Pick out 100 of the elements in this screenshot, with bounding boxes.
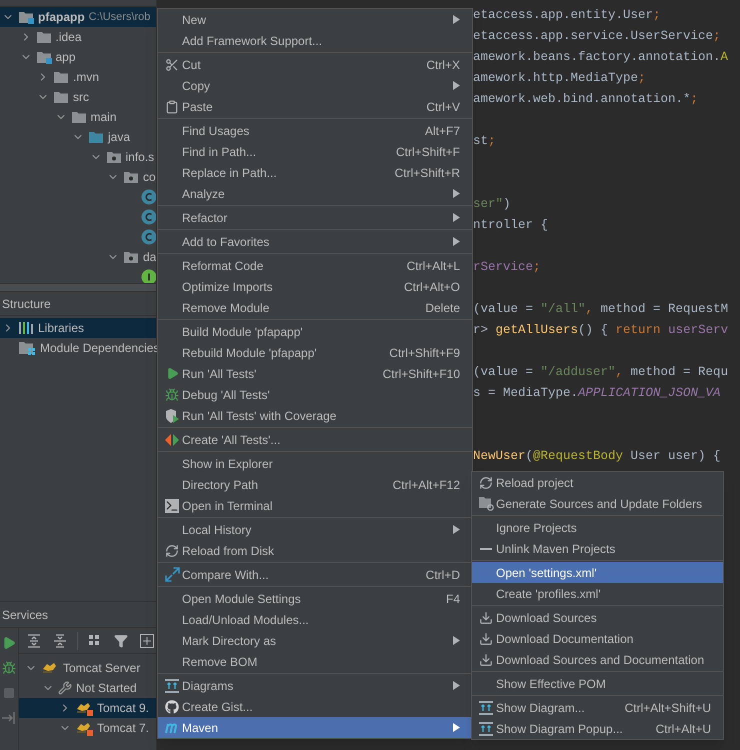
- tree-row[interactable]: Tomcat 9.: [19, 698, 156, 718]
- menu-item[interactable]: Replace in Path... Ctrl+Shift+R: [158, 162, 472, 183]
- menu-item[interactable]: Directory Path Ctrl+Alt+F12: [158, 474, 472, 495]
- tree-row[interactable]: Libraries: [0, 318, 156, 338]
- menu-item[interactable]: Unlink Maven Projects: [472, 538, 723, 559]
- menu-item[interactable]: Download Documentation: [472, 628, 723, 649]
- menu-item[interactable]: Find in Path... Ctrl+Shift+F: [158, 141, 472, 162]
- code-line: etaccess.app.service.UserService;: [473, 28, 721, 45]
- shortcut-text: Ctrl+Shift+F: [394, 144, 460, 160]
- menu-item[interactable]: Find Usages Alt+F7: [158, 120, 472, 141]
- menu-item[interactable]: Open Module Settings F4: [158, 588, 472, 609]
- expand-all-icon[interactable]: [25, 632, 43, 650]
- tree-row[interactable]: .mvn: [0, 67, 156, 87]
- tree-label: pfapapp: [38, 9, 85, 26]
- shortcut-text: Ctrl+D: [424, 566, 460, 584]
- minus-icon: [480, 548, 492, 550]
- terminal-icon: [165, 498, 179, 512]
- menu-item[interactable]: Paste Ctrl+V: [158, 96, 472, 117]
- menu-item[interactable]: Maven: [158, 717, 472, 738]
- tree-row[interactable]: src: [0, 87, 156, 107]
- menu-item[interactable]: Add Framework Support...: [158, 30, 472, 51]
- menu-item[interactable]: Build Module 'pfapapp': [158, 321, 472, 342]
- menu-item[interactable]: Generate Sources and Update Folders: [472, 493, 723, 514]
- menu-item[interactable]: Diagrams: [158, 675, 472, 696]
- shortcut-text: Ctrl+Shift+F9: [388, 344, 460, 362]
- tree-row[interactable]: da: [0, 247, 156, 267]
- diagram-icon: [479, 700, 493, 714]
- tree-label: Tomcat Server: [63, 660, 140, 677]
- menu-item[interactable]: Remove Module Delete: [158, 297, 472, 318]
- folder-refresh-icon: [478, 496, 494, 511]
- menu-item[interactable]: Run 'All Tests' Ctrl+Shift+F10: [158, 363, 472, 384]
- tree-label: src: [73, 89, 89, 106]
- collapse-all-icon[interactable]: [51, 632, 69, 650]
- horizontal-scrollbar[interactable]: [0, 283, 156, 291]
- menu-item[interactable]: Mark Directory as: [158, 630, 472, 651]
- menu-item[interactable]: Reload from Disk: [158, 540, 472, 561]
- menu-item[interactable]: Create 'profiles.xml': [472, 583, 723, 604]
- tree-row[interactable]: Tomcat 7.: [19, 718, 156, 738]
- tree-row[interactable]: Not Started: [19, 678, 156, 698]
- bug-icon[interactable]: [0, 659, 18, 677]
- menu-item[interactable]: Ignore Projects: [472, 517, 723, 538]
- code-line: NewUser(@RequestBody User user) {: [473, 448, 721, 465]
- compare-arrows-icon: [164, 567, 180, 582]
- reload-icon: [479, 476, 493, 490]
- menu-item[interactable]: Remove BOM: [158, 651, 472, 672]
- menu-item[interactable]: Reformat Code Ctrl+Alt+L: [158, 255, 472, 276]
- panel-title: Structure: [0, 291, 156, 315]
- menu-item[interactable]: Local History: [158, 519, 472, 540]
- tree-label: app: [56, 49, 76, 66]
- tree-label: co: [143, 169, 156, 186]
- code-line: (value = "/adduser", method = Requ: [473, 364, 728, 381]
- menu-item[interactable]: Open in Terminal: [158, 495, 472, 516]
- menu-item[interactable]: Create Gist...: [158, 696, 472, 717]
- menu-item[interactable]: Show Effective POM: [472, 673, 723, 694]
- code-line: r> getAllUsers() { return userServ: [473, 322, 728, 339]
- tree-label: da: [143, 249, 156, 266]
- tree-row[interactable]: Tomcat Server: [19, 658, 156, 678]
- menu-item[interactable]: Debug 'All Tests': [158, 384, 472, 405]
- menu-item[interactable]: Create 'All Tests'...: [158, 429, 472, 450]
- shortcut-text: Ctrl+Shift+R: [394, 164, 460, 182]
- tree-row[interactable]: app: [0, 47, 156, 67]
- menu-item[interactable]: Run 'All Tests' with Coverage: [158, 405, 472, 426]
- tree-row[interactable]: co: [0, 167, 156, 187]
- menu-item[interactable]: Add to Favorites: [158, 231, 472, 252]
- folder-icon: [123, 250, 139, 264]
- tree-label: .idea: [56, 29, 82, 46]
- menu-item[interactable]: Rebuild Module 'pfapapp' Ctrl+Shift+F9: [158, 342, 472, 363]
- folder-icon: [123, 170, 139, 184]
- tree-label: Tomcat 9.: [97, 700, 150, 717]
- menu-item[interactable]: Compare With... Ctrl+D: [158, 564, 472, 585]
- folder-icon: [36, 30, 52, 44]
- menu-item[interactable]: Load/Unload Modules...: [158, 609, 472, 630]
- bug-icon: [165, 388, 179, 402]
- tree-row[interactable]: .idea: [0, 27, 156, 47]
- menu-item[interactable]: Reload project: [472, 472, 723, 493]
- path-text: C:\Users\rob: [88, 10, 150, 25]
- shortcut-text: Ctrl+V: [425, 98, 460, 116]
- diamond-arrows-icon: [165, 434, 179, 446]
- menu-item[interactable]: Cut Ctrl+X: [158, 54, 472, 75]
- menu-item[interactable]: Analyze: [158, 183, 472, 204]
- tree-row[interactable]: info.s: [0, 147, 156, 167]
- tree-row[interactable]: java: [0, 127, 156, 147]
- menu-item[interactable]: Open 'settings.xml': [472, 562, 723, 583]
- menu-item[interactable]: Show Diagram Popup... Ctrl+Alt+U: [472, 718, 723, 739]
- add-icon[interactable]: [138, 632, 156, 650]
- menu-item[interactable]: Show Diagram... Ctrl+Alt+Shift+U: [472, 697, 723, 718]
- tree-row[interactable]: main: [0, 107, 156, 127]
- menu-item[interactable]: Copy: [158, 75, 472, 96]
- menu-item[interactable]: Refactor: [158, 207, 472, 228]
- shortcut-text: Ctrl+Alt+F12: [392, 476, 460, 494]
- menu-item[interactable]: Show in Explorer: [158, 453, 472, 474]
- attach-icon[interactable]: [0, 709, 18, 727]
- tree-row[interactable]: pfapapp C:\Users\rob: [0, 7, 156, 27]
- menu-item[interactable]: Download Sources and Documentation: [472, 649, 723, 670]
- code-line: st;: [473, 133, 496, 150]
- tree-label: main: [90, 109, 117, 126]
- menu-item[interactable]: Download Sources: [472, 607, 723, 628]
- tree-label: java: [108, 129, 130, 146]
- menu-item[interactable]: New: [158, 9, 472, 30]
- menu-item[interactable]: Optimize Imports Ctrl+Alt+O: [158, 276, 472, 297]
